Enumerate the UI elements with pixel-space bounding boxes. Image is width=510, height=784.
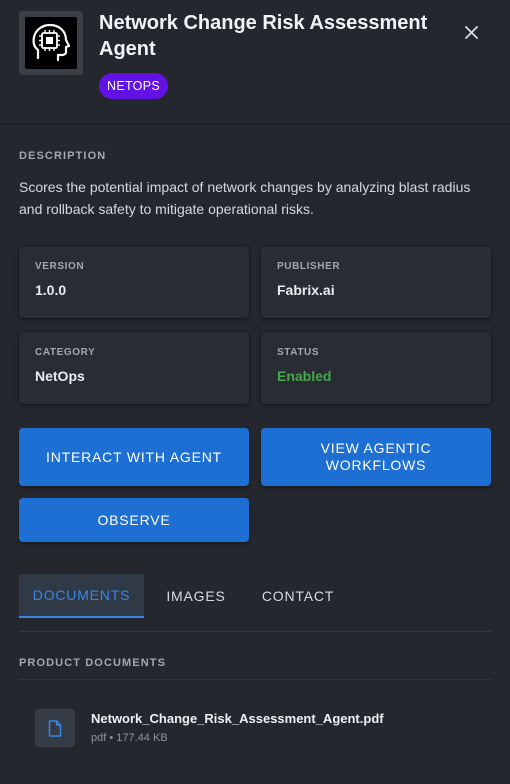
observe-button[interactable]: OBSERVE bbox=[19, 498, 249, 542]
header: Network Change Risk Assessment Agent NET… bbox=[0, 0, 510, 125]
agent-logo bbox=[19, 11, 83, 75]
category-tag: NETOPS bbox=[99, 73, 168, 99]
interact-with-agent-button[interactable]: INTERACT WITH AGENT bbox=[19, 428, 249, 486]
category-value: NetOps bbox=[35, 368, 85, 384]
category-label: CATEGORY bbox=[35, 347, 96, 358]
document-meta: pdf • 177.44 KB bbox=[91, 732, 168, 744]
status-label: STATUS bbox=[277, 347, 320, 358]
tab-images[interactable]: IMAGES bbox=[156, 574, 236, 618]
close-button[interactable] bbox=[458, 19, 484, 45]
tab-documents[interactable]: DOCUMENTS bbox=[19, 574, 144, 618]
divider bbox=[19, 679, 491, 680]
tab-contact[interactable]: CONTACT bbox=[252, 574, 344, 618]
version-value: 1.0.0 bbox=[35, 282, 67, 298]
document-size: 177.44 KB bbox=[116, 732, 168, 744]
description-label: DESCRIPTION bbox=[19, 150, 107, 162]
status-card: STATUS Enabled bbox=[261, 332, 491, 404]
document-name[interactable]: Network_Change_Risk_Assessment_Agent.pdf bbox=[91, 711, 384, 726]
description-text: Scores the potential impact of network c… bbox=[19, 179, 471, 217]
product-documents-label: PRODUCT DOCUMENTS bbox=[19, 657, 167, 669]
agent-title: Network Change Risk Assessment Agent bbox=[99, 12, 428, 60]
version-label: VERSION bbox=[35, 261, 85, 272]
document-icon-box bbox=[35, 709, 75, 747]
document-item[interactable]: Network_Change_Risk_Assessment_Agent.pdf… bbox=[19, 696, 491, 760]
robot-head-chip-icon bbox=[32, 23, 71, 62]
document-type: pdf bbox=[91, 732, 107, 744]
publisher-card: PUBLISHER Fabrix.ai bbox=[261, 246, 491, 318]
publisher-value: Fabrix.ai bbox=[277, 282, 335, 298]
category-card: CATEGORY NetOps bbox=[19, 332, 249, 404]
status-value: Enabled bbox=[277, 368, 332, 384]
view-agentic-workflows-button[interactable]: VIEW AGENTIC WORKFLOWS bbox=[261, 428, 491, 486]
version-card: VERSION 1.0.0 bbox=[19, 246, 249, 318]
file-icon bbox=[48, 719, 62, 737]
close-icon bbox=[464, 25, 478, 39]
publisher-label: PUBLISHER bbox=[277, 261, 341, 272]
tab-bar: DOCUMENTS IMAGES CONTACT bbox=[19, 574, 491, 632]
